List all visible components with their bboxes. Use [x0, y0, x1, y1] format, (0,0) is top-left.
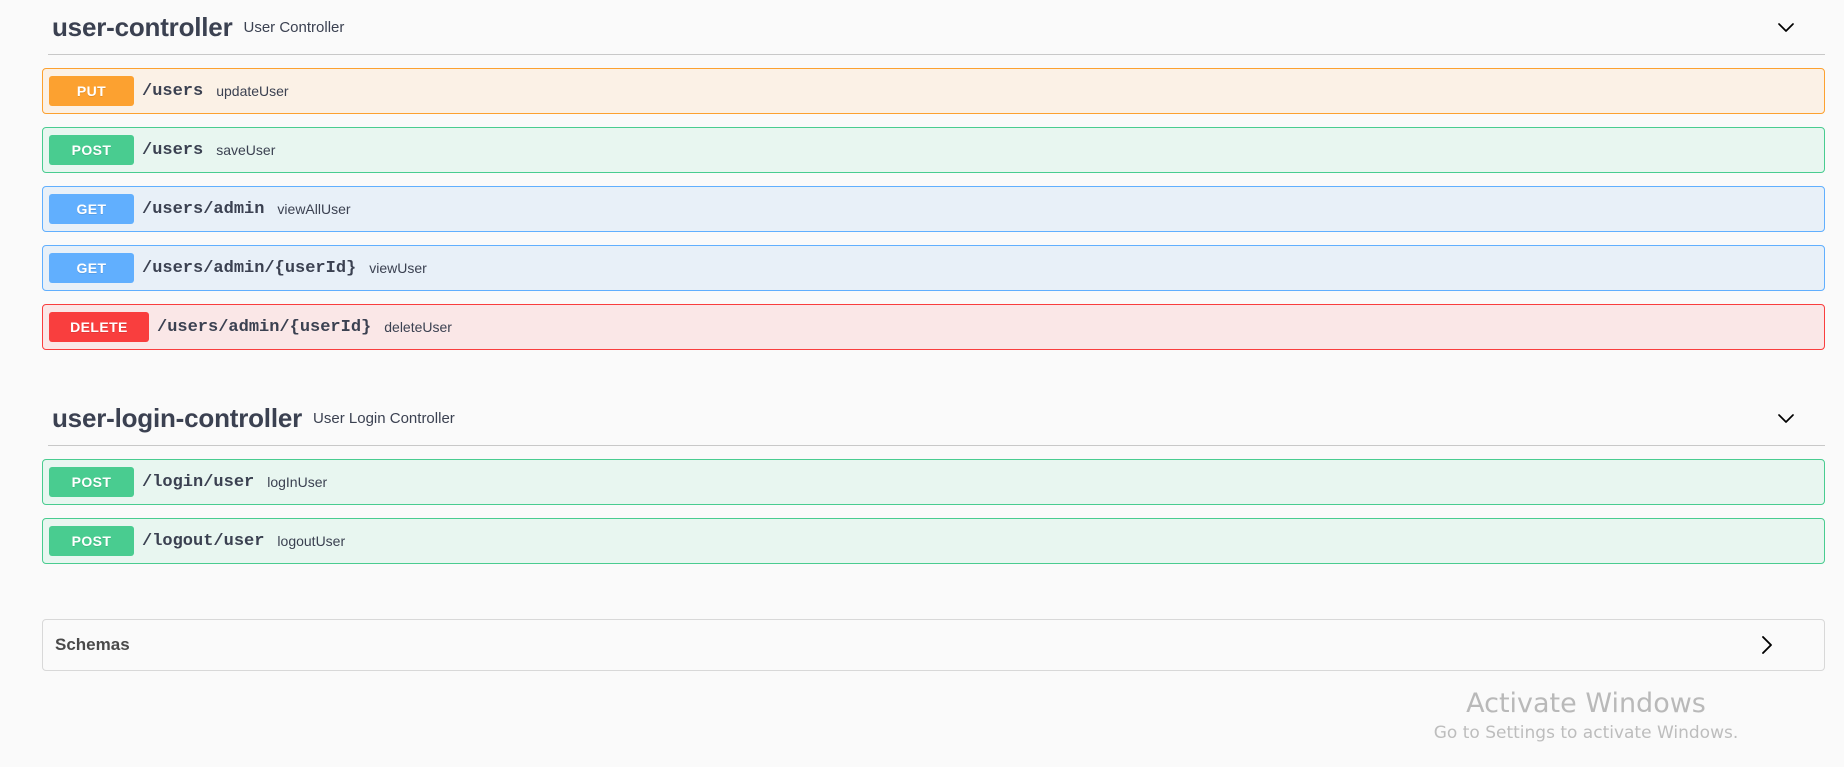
method-badge: POST	[49, 526, 134, 556]
operation-list-user-login-controller: POST /login/user logInUser POST /logout/…	[0, 459, 1844, 564]
operation-row[interactable]: POST /login/user logInUser	[42, 459, 1825, 505]
operation-row[interactable]: GET /users/admin/{userId} viewUser	[42, 245, 1825, 291]
section-divider	[48, 54, 1825, 55]
operation-path: /users/admin	[142, 199, 265, 219]
section-title: user-login-controller	[52, 402, 303, 433]
operation-row[interactable]: PUT /users updateUser	[42, 68, 1825, 114]
operation-path: /logout/user	[142, 531, 265, 551]
windows-activation-watermark: Activate Windows Go to Settings to activ…	[1356, 688, 1816, 743]
section-header-user-login-controller[interactable]: user-login-controller User Login Control…	[0, 391, 1844, 445]
operation-summary: logoutUser	[277, 533, 346, 549]
section-description: User Login Controller	[313, 409, 455, 427]
operation-row[interactable]: DELETE /users/admin/{userId} deleteUser	[42, 304, 1825, 350]
api-section-user-controller: user-controller User Controller PUT /use…	[0, 0, 1844, 350]
section-header-user-controller[interactable]: user-controller User Controller	[0, 0, 1844, 54]
section-description: User Controller	[243, 18, 345, 36]
chevron-down-icon[interactable]	[1774, 15, 1798, 39]
operation-path: /users	[142, 140, 204, 160]
method-badge: POST	[49, 135, 134, 165]
operation-row[interactable]: POST /logout/user logoutUser	[42, 518, 1825, 564]
api-section-user-login-controller: user-login-controller User Login Control…	[0, 391, 1844, 564]
schemas-wrapper: Schemas	[0, 619, 1844, 671]
operation-row[interactable]: GET /users/admin viewAllUser	[42, 186, 1825, 232]
operation-summary: updateUser	[216, 83, 289, 99]
schemas-gap	[0, 577, 1844, 619]
schemas-title: Schemas	[55, 635, 130, 654]
method-badge: GET	[49, 253, 134, 283]
operation-path: /users/admin/{userId}	[142, 258, 357, 278]
schemas-panel[interactable]: Schemas	[42, 619, 1825, 671]
swagger-ui-page: user-controller User Controller PUT /use…	[0, 0, 1844, 767]
operation-row[interactable]: POST /users saveUser	[42, 127, 1825, 173]
method-badge: DELETE	[49, 312, 149, 342]
operation-path: /users	[142, 81, 204, 101]
chevron-right-icon[interactable]	[1754, 633, 1778, 657]
operation-path: /users/admin/{userId}	[157, 317, 372, 337]
operation-summary: deleteUser	[384, 319, 452, 335]
operation-path: /login/user	[142, 472, 255, 492]
watermark-subtitle: Go to Settings to activate Windows.	[1433, 723, 1739, 743]
operation-list-user-controller: PUT /users updateUser POST /users saveUs…	[0, 68, 1844, 350]
method-badge: PUT	[49, 76, 134, 106]
operation-summary: viewUser	[369, 260, 427, 276]
method-badge: GET	[49, 194, 134, 224]
section-title: user-controller	[52, 11, 233, 42]
section-divider	[48, 445, 1825, 446]
operation-summary: viewAllUser	[277, 201, 351, 217]
method-badge: POST	[49, 467, 134, 497]
operation-summary: logInUser	[267, 474, 328, 490]
chevron-down-icon[interactable]	[1774, 406, 1798, 430]
watermark-title: Activate Windows	[1466, 687, 1706, 719]
operation-summary: saveUser	[216, 142, 276, 158]
